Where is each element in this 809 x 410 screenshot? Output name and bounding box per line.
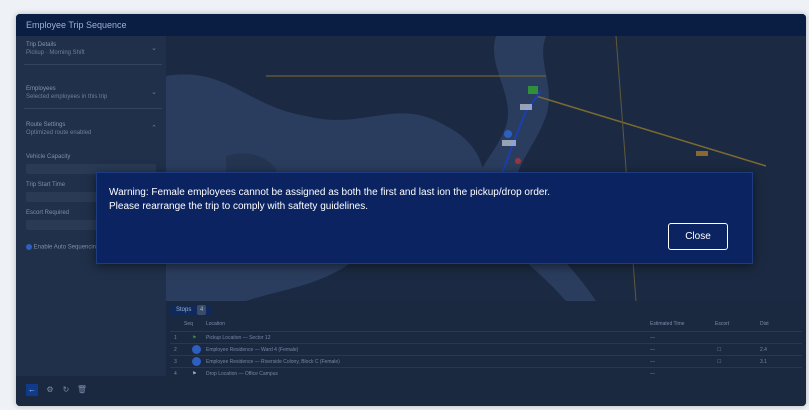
row-location: Pickup Location — Sector 12 [206, 335, 271, 341]
column-header: Escort [715, 321, 730, 327]
tab-label: Stops [176, 307, 192, 313]
input-label: Vehicle Capacity [26, 154, 71, 160]
row-seq: 2 [174, 347, 177, 353]
map-pin-icon [192, 357, 201, 366]
row-dist: 3.1 [760, 359, 767, 365]
sidebar-field-route-settings[interactable]: Route Settings Optimized route enabled ⌃ [26, 122, 161, 136]
footer-toolbar: ← ⚙ ↻ 🗑 [16, 376, 806, 406]
chevron-up-icon[interactable]: ⌃ [151, 124, 157, 132]
row-seq: 3 [174, 359, 177, 365]
close-button[interactable]: Close [668, 223, 728, 250]
flag-icon [528, 86, 538, 94]
column-header: Dist [760, 321, 769, 327]
column-header: Location [206, 321, 225, 327]
refresh-icon[interactable]: ↻ [60, 384, 72, 396]
field-label: Trip Details [26, 42, 57, 48]
checkbox-icon[interactable] [26, 244, 32, 250]
row-time: — [650, 335, 655, 341]
warning-message: Warning: Female employees cannot be assi… [109, 186, 739, 214]
chevron-down-icon[interactable]: ⌄ [151, 88, 157, 96]
chevron-down-icon[interactable]: ⌄ [151, 44, 157, 52]
row-time: — [650, 359, 655, 365]
field-value: Pickup · Morning Shift [26, 50, 85, 56]
escort-checkbox[interactable]: ☐ [717, 359, 721, 365]
divider [24, 64, 162, 65]
row-time: — [650, 347, 655, 353]
warning-dialog: Warning: Female employees cannot be assi… [96, 172, 753, 264]
window-title: Employee Trip Sequence [16, 14, 806, 36]
field-label: Employees [26, 86, 56, 92]
column-header: Seq [184, 321, 193, 327]
flag-icon: ⚑ [192, 335, 197, 341]
warning-message-line-2: Please rearrange the trip to comply with… [109, 201, 369, 212]
trash-icon[interactable]: 🗑 [76, 384, 88, 396]
gear-icon[interactable]: ⚙ [44, 384, 56, 396]
divider [24, 108, 162, 109]
tab-stops[interactable]: Stops 4 [170, 305, 213, 315]
column-header: Estimated Time [650, 321, 685, 327]
checkbox-label: Enable Auto Sequencing [33, 244, 100, 251]
stops-count-badge: 4 [197, 305, 207, 315]
map-pin-icon [504, 130, 512, 138]
row-dist: 2.4 [760, 347, 767, 353]
row-location: Employee Residence — Ward 4 (Female) [206, 347, 299, 353]
stops-panel: Stops 4 Seq Location Estimated Time Esco… [166, 301, 806, 377]
row-location: Employee Residence — Riverside Colony, B… [206, 359, 340, 365]
warning-message-line-1: Warning: Female employees cannot be assi… [109, 187, 550, 198]
field-label: Route Settings [26, 122, 66, 128]
row-seq: 1 [174, 335, 177, 341]
back-button[interactable]: ← [26, 384, 38, 396]
map-pin-icon [192, 345, 201, 354]
escort-checkbox[interactable]: ☐ [717, 347, 721, 353]
field-value: Optimized route enabled [26, 130, 92, 136]
sidebar-field-trip-details[interactable]: Trip Details Pickup · Morning Shift ⌄ [26, 42, 161, 56]
sidebar-field-employees[interactable]: Employees Selected employees in this tri… [26, 86, 161, 100]
table-header: Seq Location Estimated Time Escort Dist [170, 319, 802, 329]
field-value: Selected employees in this trip [26, 94, 108, 100]
